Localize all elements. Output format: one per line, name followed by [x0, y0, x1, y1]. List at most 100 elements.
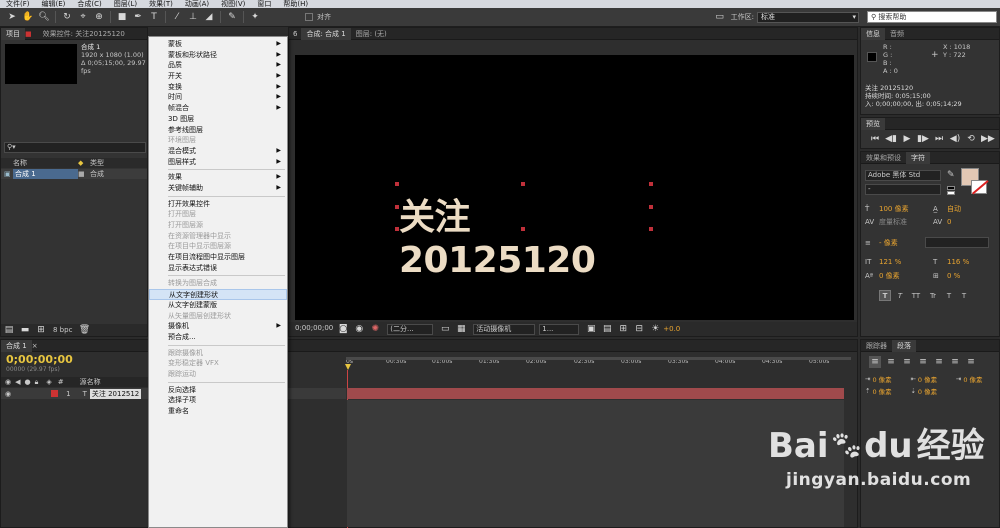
col-name[interactable]: 名称 — [13, 158, 78, 168]
comp-text-layer[interactable]: 关注20125120 — [395, 151, 653, 281]
composition-viewer[interactable]: 关注20125120 — [295, 55, 854, 320]
justify-left-icon[interactable]: ≡ — [917, 356, 929, 368]
ram-preview-icon[interactable]: ▶▶ — [981, 133, 995, 145]
superscript-button[interactable]: T — [943, 292, 955, 300]
brush-tool-icon[interactable]: ⁄ — [171, 11, 183, 23]
region-icon[interactable]: ▭ — [439, 323, 451, 335]
eraser-tool-icon[interactable]: ◢ — [203, 11, 215, 23]
views-select[interactable]: 1... — [539, 323, 580, 335]
tab-paragraph[interactable]: 段落 — [892, 339, 916, 352]
context-menu-item[interactable]: 反向选择 — [149, 385, 287, 396]
bbox-handle[interactable] — [649, 205, 653, 209]
timeline-timecode[interactable]: 0;00;00;00 — [6, 353, 73, 366]
tab-composition[interactable]: 合成: 合成 1 — [301, 27, 351, 40]
context-menu-item[interactable]: 参考线图层 — [149, 125, 287, 136]
workspace-select[interactable]: 标准 — [757, 11, 859, 23]
menu-edit[interactable]: 编辑(E) — [42, 0, 66, 8]
last-frame-icon[interactable]: ⏭ — [933, 133, 945, 145]
snapshot-icon[interactable]: ◙ — [337, 323, 349, 335]
context-menu-item[interactable]: 打开效果控件 — [149, 199, 287, 210]
context-menu-item[interactable]: 在项目流程图中显示图层 — [149, 252, 287, 263]
faux-bold-button[interactable]: T — [879, 290, 891, 301]
play-icon[interactable]: ▶ — [901, 133, 913, 145]
context-menu-item[interactable]: 开关 ▶ — [149, 71, 287, 82]
indent-left-value[interactable]: 0 像素 — [872, 374, 910, 384]
leading-value[interactable]: 自动 — [947, 204, 961, 214]
trash-icon[interactable]: 🗑︎ — [78, 324, 90, 336]
workspace-icon[interactable]: ▭ — [714, 11, 726, 23]
context-menu-item[interactable]: 品质 ▶ — [149, 60, 287, 71]
flowchart-icon[interactable]: ⊟ — [633, 323, 645, 335]
kerning-value[interactable]: 度量标准 — [879, 217, 933, 227]
tab-tracker[interactable]: 跟踪器 — [861, 340, 892, 352]
small-caps-button[interactable]: Tr — [926, 292, 940, 300]
eyedropper-icon[interactable]: ✎ — [947, 170, 955, 180]
source-name-header[interactable]: 源名称 — [80, 377, 101, 387]
context-menu-item[interactable]: 关键帧辅助 ▶ — [149, 183, 287, 194]
context-menu-item[interactable]: 从文字创建蒙版 — [149, 300, 287, 311]
tracking-value[interactable]: 0 — [947, 218, 951, 226]
tab-character[interactable]: 字符 — [906, 151, 930, 164]
resolution-select[interactable]: (二分... — [387, 323, 434, 335]
project-row[interactable]: ▣ 合成 1 ■ 合成 — [1, 169, 147, 179]
camera-select[interactable]: 活动摄像机 — [473, 323, 536, 335]
menu-effect[interactable]: 效果(T) — [149, 0, 173, 8]
bpc-label[interactable]: 8 bpc — [53, 326, 72, 334]
menu-composition[interactable]: 合成(C) — [77, 0, 101, 8]
timecode-field[interactable]: 0;00;00;00 — [293, 323, 336, 335]
align-center-icon[interactable]: ≡ — [885, 356, 897, 368]
toggle-mask-icon[interactable]: ▣ — [585, 323, 597, 335]
tab-timeline-comp[interactable]: 合成 1 — [1, 339, 32, 352]
context-menu-item[interactable]: 效果 ▶ — [149, 172, 287, 183]
context-menu-item[interactable]: 摄像机 ▶ — [149, 321, 287, 332]
font-size-value[interactable]: 100 像素 — [879, 204, 933, 214]
context-menu-item[interactable]: 3D 图层 — [149, 114, 287, 125]
camera-tool-icon[interactable]: ⌖ — [77, 11, 89, 23]
new-comp-icon[interactable]: ⊞ — [35, 324, 47, 336]
baseline-value[interactable]: 0 像素 — [879, 271, 933, 281]
show-snapshot-icon[interactable]: ◉ — [353, 323, 365, 335]
tab-preview[interactable]: 预览 — [861, 117, 885, 130]
work-area-bar[interactable] — [346, 357, 851, 360]
horizontal-scale-value[interactable]: 116 % — [947, 258, 969, 266]
menu-view[interactable]: 视图(V) — [221, 0, 245, 8]
white-swatch[interactable] — [947, 191, 955, 195]
puppet-tool-icon[interactable]: ✦ — [249, 11, 261, 23]
menu-animation[interactable]: 动画(A) — [185, 0, 209, 8]
rotate-tool-icon[interactable]: ↻ — [61, 11, 73, 23]
hand-tool-icon[interactable]: ✋ — [22, 11, 34, 23]
context-menu-item[interactable]: 变换 ▶ — [149, 82, 287, 93]
lock-icon[interactable]: 6 — [293, 28, 297, 40]
tab-audio[interactable]: 音频 — [885, 28, 909, 40]
layer-source-name[interactable]: 关注 2012512 — [89, 388, 142, 399]
menu-layer[interactable]: 图层(L) — [114, 0, 137, 8]
transparency-icon[interactable]: ▦ — [455, 323, 467, 335]
justify-right-icon[interactable]: ≡ — [949, 356, 961, 368]
black-swatch[interactable] — [947, 186, 955, 190]
menu-file[interactable]: 文件(F) — [6, 0, 30, 8]
rectangle-tool-icon[interactable]: ■ — [116, 11, 128, 23]
space-after-value[interactable]: 0 像素 — [918, 386, 937, 396]
mute-icon[interactable]: ◀) — [949, 133, 961, 145]
selection-tool-icon[interactable]: ➤ — [6, 11, 18, 23]
stroke-option-select[interactable] — [925, 237, 989, 248]
exposure-icon[interactable]: ☀ — [649, 323, 661, 335]
context-menu-item[interactable]: 图层样式 ▶ — [149, 157, 287, 168]
tsume-value[interactable]: 0 % — [947, 272, 960, 280]
visibility-icon[interactable]: ◉ — [5, 390, 11, 398]
font-style-select[interactable]: - — [865, 184, 941, 195]
tab-project[interactable]: 项目 — [1, 27, 25, 40]
pen-tool-icon[interactable]: ✒ — [132, 11, 144, 23]
prev-frame-icon[interactable]: ◀▮ — [885, 133, 897, 145]
context-menu-item[interactable]: 混合模式 ▶ — [149, 146, 287, 157]
subscript-button[interactable]: T — [958, 292, 970, 300]
close-icon[interactable]: ■ — [25, 28, 32, 40]
bbox-handle[interactable] — [649, 182, 653, 186]
context-menu-item[interactable]: 蒙板 ▶ — [149, 39, 287, 50]
exposure-value[interactable]: +0.0 — [663, 325, 680, 333]
context-menu-item[interactable]: 帧混合 ▶ — [149, 103, 287, 114]
layer-label-swatch[interactable] — [51, 390, 59, 397]
context-menu-item[interactable]: 显示表达式错误 — [149, 263, 287, 274]
first-frame-icon[interactable]: ⏮ — [869, 133, 881, 145]
context-menu-item[interactable]: 重命名 — [149, 406, 287, 417]
